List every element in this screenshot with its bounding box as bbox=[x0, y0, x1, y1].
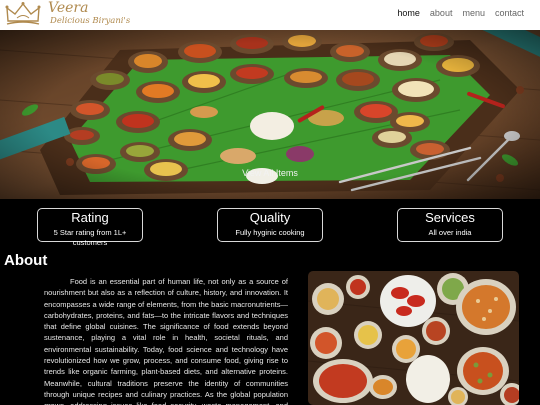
rating-card: Rating 5 Star rating from 1L+ customers bbox=[37, 208, 143, 247]
quality-card-text: Fully hyginic cooking bbox=[235, 228, 305, 237]
nav-menu: home about menu contact bbox=[397, 8, 524, 18]
brand-name: Veera bbox=[48, 0, 89, 16]
nav-menu-link[interactable]: menu bbox=[462, 8, 485, 18]
brand-logo[interactable]: Veera Delicious Biryani's bbox=[3, 0, 143, 29]
features-section: Rating 5 Star rating from 1L+ customers … bbox=[0, 199, 540, 247]
hero-banner: View All Items bbox=[0, 30, 540, 199]
nav-home-link[interactable]: home bbox=[397, 8, 420, 18]
rating-card-title: Rating bbox=[71, 210, 109, 225]
services-card-title: Services bbox=[425, 210, 475, 225]
about-heading: About bbox=[4, 252, 48, 269]
rating-card-text: 5 Star rating from 1L+ customers bbox=[53, 228, 127, 247]
services-card: Services All over india bbox=[397, 208, 503, 242]
crown-icon bbox=[5, 2, 41, 25]
about-paragraph: Food is an essential part of human life,… bbox=[44, 277, 288, 405]
quality-card: Quality Fully hyginic cooking bbox=[217, 208, 323, 242]
about-food-image bbox=[308, 271, 519, 405]
services-card-text: All over india bbox=[428, 228, 472, 237]
brand-tagline: Delicious Biryani's bbox=[50, 16, 131, 26]
navbar: Veera Delicious Biryani's home about men… bbox=[0, 0, 540, 30]
nav-about-link[interactable]: about bbox=[430, 8, 453, 18]
view-all-items-link[interactable]: View All Items bbox=[0, 168, 540, 178]
nav-contact-link[interactable]: contact bbox=[495, 8, 524, 18]
quality-card-title: Quality bbox=[249, 210, 291, 225]
